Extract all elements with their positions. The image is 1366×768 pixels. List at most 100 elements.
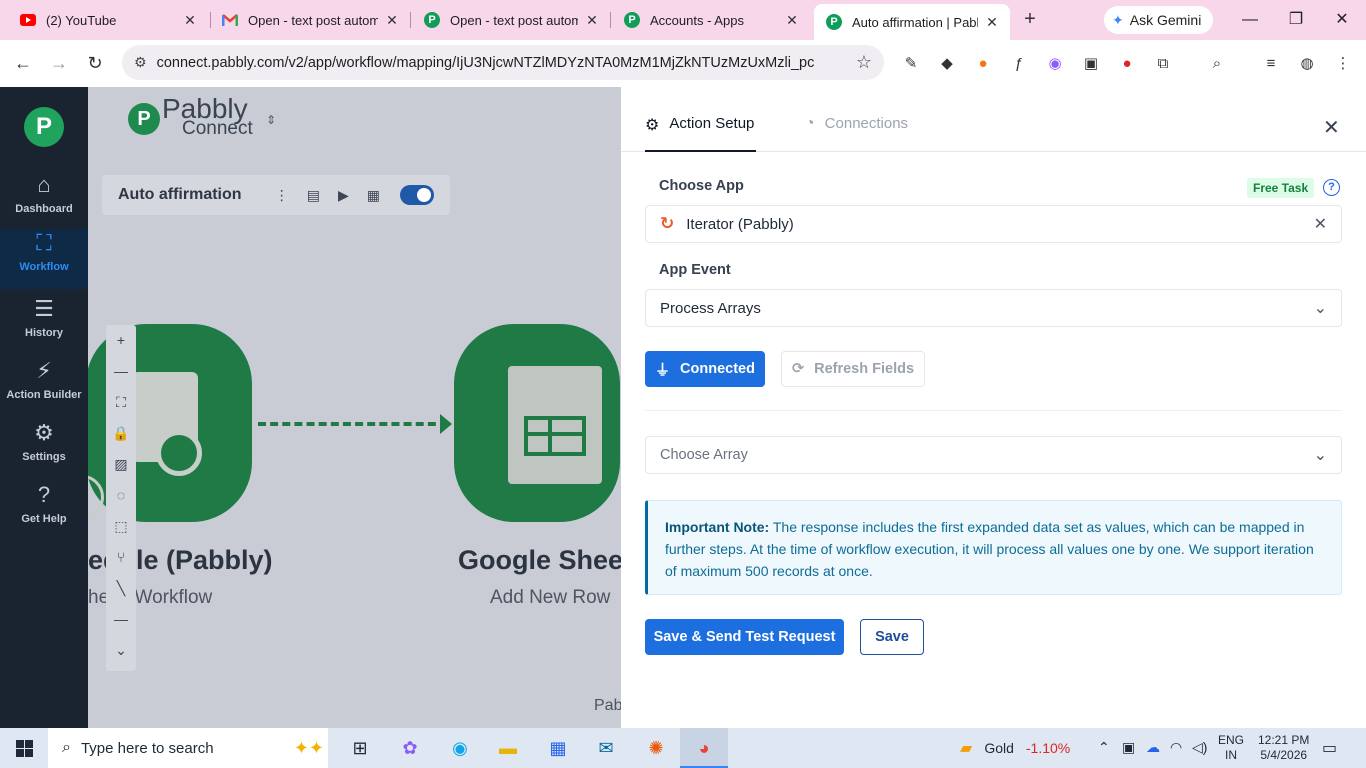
taskbar-search[interactable]: ⌕ Type here to search ✦✦ — [48, 728, 328, 768]
choose-array-select[interactable]: Choose Array ⌄ — [645, 436, 1342, 474]
broadcast-extension-icon[interactable]: ◉ — [1044, 52, 1066, 74]
back-icon[interactable]: ← — [12, 52, 34, 74]
font-extension-icon[interactable]: ƒ — [1008, 52, 1030, 74]
extension-flame-icon[interactable]: ● — [972, 52, 994, 74]
history-icon: ☰ — [34, 296, 54, 321]
ask-gemini-button[interactable]: ✦ Ask Gemini — [1104, 6, 1214, 34]
sidebar-item-history[interactable]: ☰ History — [0, 295, 88, 355]
gear-icon: ⚙ — [34, 420, 54, 445]
tab-gmail[interactable]: Open - text post automa ✕ — [210, 4, 410, 36]
outlook-icon[interactable]: ✉ — [594, 736, 618, 760]
choose-app-field[interactable]: ↻ Iterator (Pabbly) ✕ — [645, 205, 1342, 243]
menu-icon[interactable]: ⋮ — [1332, 52, 1354, 74]
onedrive-icon[interactable]: ☁ — [1146, 739, 1160, 756]
divider-tool-icon[interactable]: — — [106, 604, 136, 635]
app-event-select[interactable]: Process Arrays ⌄ — [645, 289, 1342, 327]
sidebar-item-dashboard[interactable]: ⌂ Dashboard — [0, 171, 88, 231]
system-clock[interactable]: 12:21 PM 5/4/2026 — [1258, 733, 1309, 763]
workflow-name[interactable]: Auto affirmation — [118, 186, 257, 204]
tab-title: Open - text post automa — [450, 12, 578, 28]
task-view-icon[interactable]: ⊞ — [348, 736, 372, 760]
pabbly-logo[interactable]: P — [24, 107, 64, 147]
file-explorer-icon[interactable]: ▬ — [496, 736, 520, 760]
image-icon[interactable]: ▨ — [106, 449, 136, 480]
zoom-in-icon[interactable]: + — [106, 325, 136, 356]
pen-extension-icon[interactable]: ✎ — [900, 52, 922, 74]
tree-icon[interactable]: ⑂ — [106, 542, 136, 573]
puzzle-icon[interactable]: ⧉ — [1152, 52, 1174, 74]
tab-title: (2) YouTube — [46, 12, 117, 28]
workflow-toggle[interactable] — [400, 185, 434, 205]
media-icon[interactable]: ≡ — [1260, 52, 1282, 74]
tab-connections[interactable]: ◔ Connections — [805, 115, 908, 152]
sidebar-item-workflow[interactable]: ⛶ Workflow — [0, 229, 88, 289]
zoom-out-icon[interactable]: — — [106, 356, 136, 387]
sidebar-item-get-help[interactable]: ? Get Help — [0, 481, 88, 541]
clear-icon[interactable]: ✕ — [1314, 214, 1327, 234]
close-icon[interactable]: ✕ — [1323, 115, 1340, 140]
site-settings-icon[interactable]: ⚙ — [134, 54, 147, 71]
tab-search-icon[interactable]: ⌕ — [1206, 52, 1228, 74]
node2-subtitle: Add New Row — [490, 587, 611, 608]
edge-icon[interactable]: ◉ — [448, 736, 472, 760]
wifi-icon[interactable]: ◠ — [1170, 739, 1182, 756]
lock-icon[interactable]: 🔒 — [106, 418, 136, 449]
meet-now-icon[interactable]: ▣ — [1122, 739, 1135, 756]
google-sheets-node[interactable] — [454, 324, 620, 522]
save-draft-icon[interactable]: ▦ — [367, 187, 380, 204]
reload-icon[interactable]: ↻ — [84, 52, 106, 74]
minimize-button[interactable]: — — [1238, 8, 1262, 32]
restore-button[interactable]: ❐ — [1284, 8, 1308, 32]
kebab-menu-icon[interactable]: ⋮ — [275, 187, 289, 204]
save-button[interactable]: Save — [860, 619, 924, 655]
claude-icon[interactable]: ✺ — [644, 736, 668, 760]
forward-icon[interactable]: → — [48, 52, 70, 74]
chevron-down-icon[interactable]: ⌄ — [106, 635, 136, 666]
language-indicator[interactable]: ENG IN — [1218, 733, 1244, 763]
extension-icon[interactable]: ◆ — [936, 52, 958, 74]
notes-icon[interactable]: ▤ — [307, 187, 320, 204]
hide-icon[interactable]: ◌ — [106, 480, 136, 511]
refresh-fields-button[interactable]: ⟳ Refresh Fields — [781, 351, 925, 387]
pabbly-connect-brand[interactable]: P Pabbly Connect ⇕ — [128, 93, 276, 139]
tab-accounts[interactable]: P Accounts - Apps ✕ — [612, 4, 810, 36]
save-send-test-button[interactable]: Save & Send Test Request — [645, 619, 844, 655]
help-icon[interactable]: ? — [1323, 179, 1340, 196]
volume-icon[interactable]: ◁) — [1192, 739, 1207, 756]
line-tool-icon[interactable]: ╲ — [106, 573, 136, 604]
alert-extension-icon[interactable]: ● — [1116, 52, 1138, 74]
tab-close-icon[interactable]: ✕ — [984, 14, 1000, 31]
connected-button[interactable]: ⏚ Connected — [645, 351, 765, 387]
sidebar-item-action-builder[interactable]: ⚡ Action Builder — [0, 357, 88, 417]
brand-name: Pabbly — [162, 93, 248, 124]
sidebar-item-settings[interactable]: ⚙ Settings — [0, 419, 88, 479]
profile-avatar[interactable]: ◍ — [1296, 52, 1318, 74]
tab-close-icon[interactable]: ✕ — [182, 12, 198, 29]
run-icon[interactable]: ▶ — [338, 187, 349, 204]
tab-pabbly-open[interactable]: P Open - text post automa ✕ — [412, 4, 610, 36]
new-tab-button[interactable]: + — [1018, 8, 1042, 32]
fit-view-icon[interactable]: ⛶ — [106, 387, 136, 418]
bookmark-star-icon[interactable]: ☆ — [856, 52, 872, 73]
gold-ticker[interactable]: ▰ Gold -1.10% — [960, 738, 1070, 758]
tab-close-icon[interactable]: ✕ — [784, 12, 800, 29]
address-bar[interactable]: ⚙ connect.pabbly.com/v2/app/workflow/map… — [122, 45, 884, 80]
store-icon[interactable]: ▦ — [546, 736, 570, 760]
app-switcher-chevron-icon[interactable]: ⇕ — [266, 113, 276, 127]
free-task-badge: Free Task — [1247, 178, 1315, 198]
tab-close-icon[interactable]: ✕ — [584, 12, 600, 29]
windows-start-icon[interactable] — [16, 740, 33, 757]
select-area-icon[interactable]: ⬚ — [106, 511, 136, 542]
copilot-icon[interactable]: ✿ — [398, 736, 422, 760]
action-setup-panel: ⚙ Action Setup ◔ Connections ✕ Choose Ap… — [621, 87, 1366, 728]
tray-chevron-icon[interactable]: ⌃ — [1098, 739, 1110, 756]
tab-auto-affirmation[interactable]: P Auto affirmation | Pabbly ✕ — [814, 4, 1010, 40]
notification-icon[interactable]: ▭ — [1322, 738, 1337, 758]
choose-app-label: Choose App — [659, 178, 744, 194]
connected-label: Connected — [680, 361, 755, 377]
tab-youtube[interactable]: (2) YouTube ✕ — [8, 4, 208, 36]
tab-action-setup[interactable]: ⚙ Action Setup — [645, 115, 757, 152]
tab-close-icon[interactable]: ✕ — [384, 12, 400, 29]
image-extension-icon[interactable]: ▣ — [1080, 52, 1102, 74]
window-close-button[interactable]: ✕ — [1330, 8, 1354, 32]
